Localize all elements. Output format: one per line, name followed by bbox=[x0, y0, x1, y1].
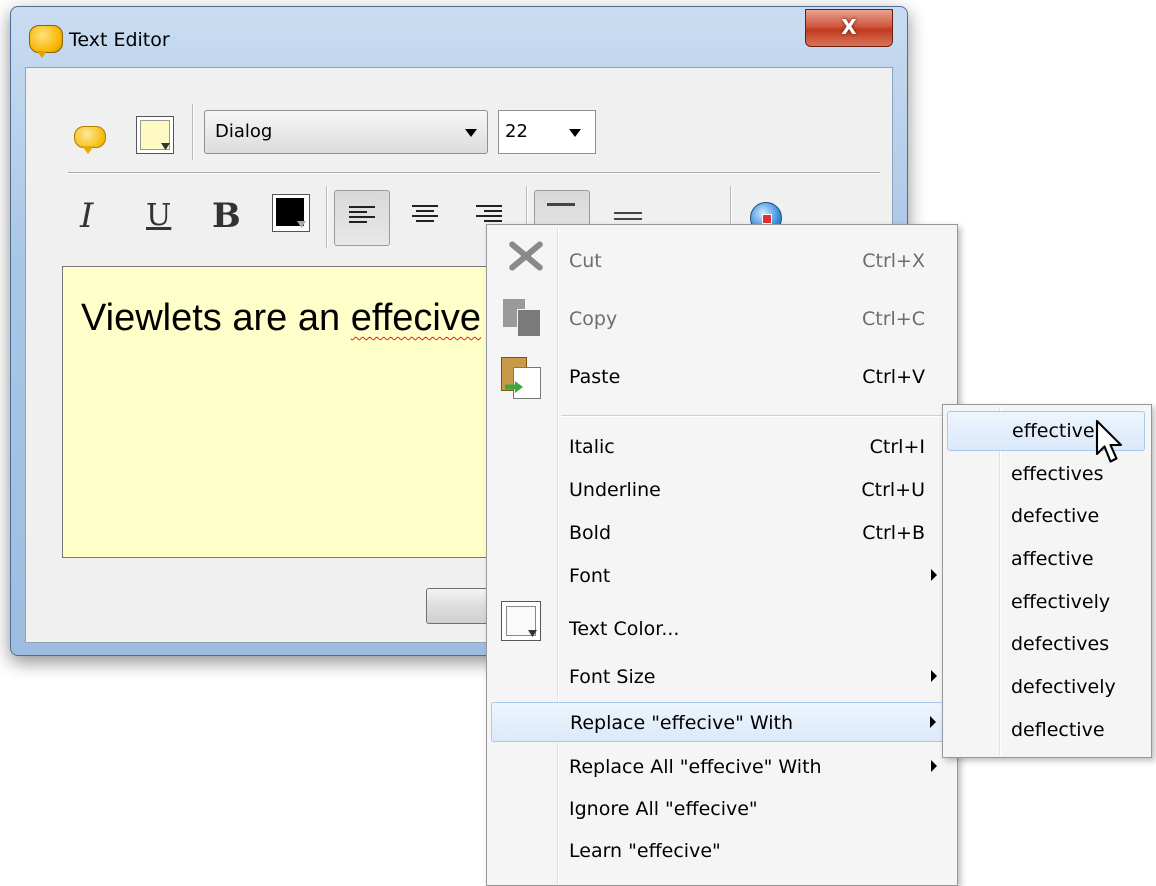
suggestion-item[interactable]: effectively bbox=[947, 583, 1145, 623]
close-button[interactable]: X bbox=[805, 9, 893, 47]
menu-item-label: Underline bbox=[569, 479, 661, 501]
menu-item-cut[interactable]: Cut Ctrl+X bbox=[491, 241, 951, 281]
suggestion-label: effectives bbox=[1011, 463, 1104, 485]
suggestion-item[interactable]: defectively bbox=[947, 668, 1145, 708]
menu-item-learn[interactable]: Learn "effecive" bbox=[491, 831, 951, 871]
suggestion-item[interactable]: affective bbox=[947, 540, 1145, 580]
underline-button[interactable]: U bbox=[146, 198, 171, 233]
menu-item-label: Text Color... bbox=[569, 618, 680, 640]
menu-item-shortcut: Ctrl+B bbox=[862, 522, 925, 544]
menu-item-label: Paste bbox=[569, 366, 621, 388]
submenu-arrow-icon bbox=[931, 760, 937, 772]
menu-item-shortcut: Ctrl+I bbox=[869, 436, 925, 458]
toolbar-separator bbox=[326, 186, 328, 248]
context-menu: Cut Ctrl+X Copy Ctrl+C Paste Ctrl+V Ital… bbox=[486, 224, 958, 886]
bold-button[interactable]: B bbox=[212, 196, 241, 236]
menu-item-label: Replace All "effecive" With bbox=[569, 756, 822, 778]
speech-bubble-icon[interactable] bbox=[68, 122, 108, 154]
text-color-button[interactable] bbox=[272, 194, 310, 232]
italic-button[interactable]: I bbox=[80, 196, 93, 236]
toolbar-divider bbox=[68, 172, 880, 174]
font-size-value: 22 bbox=[505, 121, 528, 142]
menu-item-font[interactable]: Font bbox=[491, 556, 951, 596]
suggestion-label: defectively bbox=[1011, 676, 1116, 698]
menu-item-label: Ignore All "effecive" bbox=[569, 798, 758, 820]
menu-item-label: Copy bbox=[569, 308, 618, 330]
font-size-select[interactable]: 22 bbox=[498, 110, 596, 154]
spacing-double-icon bbox=[614, 212, 642, 214]
menu-item-font-size[interactable]: Font Size bbox=[491, 657, 951, 697]
submenu-arrow-icon bbox=[930, 716, 936, 728]
mouse-pointer-icon bbox=[1095, 419, 1123, 463]
chevron-down-icon bbox=[569, 129, 581, 137]
menu-item-text-color[interactable]: Text Color... bbox=[491, 609, 951, 649]
suggestion-label: deflective bbox=[1011, 719, 1105, 741]
editor-text: Viewlets are an effecive bbox=[81, 297, 481, 340]
menu-item-italic[interactable]: Italic Ctrl+I bbox=[491, 427, 951, 467]
menu-item-replace-with[interactable]: Replace "effecive" With bbox=[491, 702, 951, 742]
suggestion-item[interactable]: defective bbox=[947, 497, 1145, 537]
menu-item-replace-all-with[interactable]: Replace All "effecive" With bbox=[491, 747, 951, 787]
suggestion-item[interactable]: deflective bbox=[947, 711, 1145, 751]
misspelled-word[interactable]: effecive bbox=[351, 297, 481, 339]
editor-text-plain: Viewlets are an bbox=[81, 297, 351, 339]
suggestion-label: affective bbox=[1011, 548, 1094, 570]
menu-item-label: Font Size bbox=[569, 666, 656, 688]
menu-item-label: Cut bbox=[569, 250, 602, 272]
font-family-value: Dialog bbox=[215, 121, 273, 142]
menu-item-label: Bold bbox=[569, 522, 611, 544]
background-color-button[interactable] bbox=[136, 116, 174, 154]
menu-item-label: Learn "effecive" bbox=[569, 840, 721, 862]
toolbar-separator bbox=[192, 104, 194, 160]
suggestion-item[interactable]: defectives bbox=[947, 625, 1145, 665]
align-right-icon bbox=[476, 205, 502, 225]
align-center-button[interactable] bbox=[398, 190, 452, 244]
submenu-arrow-icon bbox=[931, 569, 937, 581]
menu-item-shortcut: Ctrl+U bbox=[861, 479, 925, 501]
align-left-icon bbox=[349, 206, 375, 226]
menu-item-copy[interactable]: Copy Ctrl+C bbox=[491, 299, 951, 339]
suggestion-label: defectives bbox=[1011, 633, 1110, 655]
submenu-arrow-icon bbox=[931, 670, 937, 682]
menu-item-label: Replace "effecive" With bbox=[570, 712, 793, 734]
window-title: Text Editor bbox=[69, 29, 170, 51]
menu-item-label: Italic bbox=[569, 436, 615, 458]
menu-item-ignore-all[interactable]: Ignore All "effecive" bbox=[491, 789, 951, 829]
align-center-icon bbox=[412, 205, 438, 225]
font-family-select[interactable]: Dialog bbox=[204, 110, 488, 154]
suggestion-label: defective bbox=[1011, 505, 1100, 527]
menu-item-bold[interactable]: Bold Ctrl+B bbox=[491, 513, 951, 553]
menu-separator bbox=[561, 415, 947, 417]
menu-item-shortcut: Ctrl+C bbox=[862, 308, 925, 330]
app-speech-bubble-icon bbox=[29, 25, 63, 58]
menu-item-shortcut: Ctrl+V bbox=[862, 366, 925, 388]
align-left-button[interactable] bbox=[334, 190, 390, 246]
menu-item-label: Font bbox=[569, 565, 611, 587]
menu-item-underline[interactable]: Underline Ctrl+U bbox=[491, 470, 951, 510]
suggestion-label: effectively bbox=[1011, 591, 1111, 613]
spacing-single-icon bbox=[547, 203, 575, 206]
chevron-down-icon bbox=[465, 129, 477, 137]
menu-item-shortcut: Ctrl+X bbox=[862, 250, 925, 272]
title-bar[interactable]: Text Editor X bbox=[11, 7, 907, 63]
menu-item-paste[interactable]: Paste Ctrl+V bbox=[491, 357, 951, 397]
suggestion-label: effective bbox=[1012, 420, 1095, 442]
